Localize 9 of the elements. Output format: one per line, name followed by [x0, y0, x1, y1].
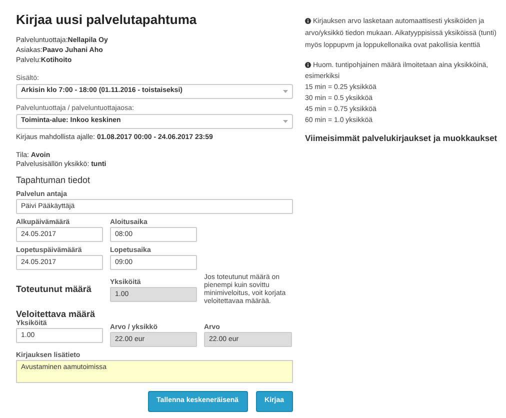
- info-icon: [305, 18, 311, 24]
- caret-icon: [283, 90, 288, 93]
- row-title: Veloitettava määrä: [16, 310, 96, 319]
- section-title: Tapahtuman tiedot: [16, 175, 92, 186]
- page-title: Kirjaa uusi palvelutapahtuma: [16, 12, 198, 28]
- info-icon: [305, 62, 311, 68]
- row-title: Toteutunut määrä: [16, 283, 92, 296]
- section-title: Viimeisimmät palvelukirjaukset ja muokkaukset: [305, 132, 498, 145]
- caret-icon: [283, 120, 288, 123]
